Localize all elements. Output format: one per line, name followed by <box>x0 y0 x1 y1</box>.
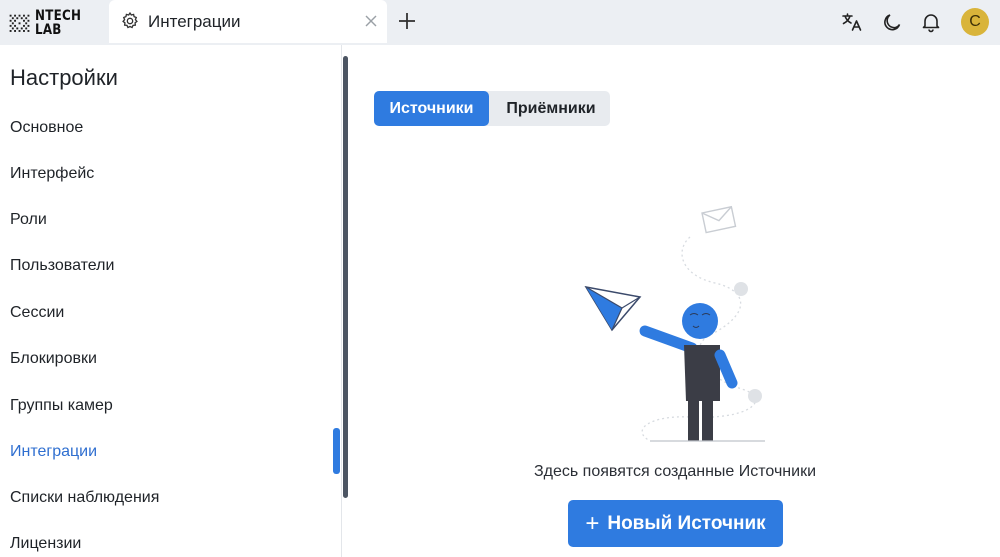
sidebar-item-sessions[interactable]: Сессии <box>10 304 64 322</box>
sidebar-item-licenses[interactable]: Лицензии <box>10 535 81 553</box>
empty-state-message: Здесь появятся созданные Источники <box>533 463 817 480</box>
source-receiver-switch: Источники Приёмники <box>374 91 610 126</box>
sidebar-item-camera-groups[interactable]: Группы камер <box>10 397 113 415</box>
moon-icon[interactable] <box>880 10 904 34</box>
tab-sources[interactable]: Источники <box>374 91 489 126</box>
gear-icon <box>122 11 138 29</box>
ntechlab-logo[interactable]: NTECH LAB <box>9 7 89 39</box>
sidebar-item-general[interactable]: Основное <box>10 119 83 137</box>
translate-icon[interactable] <box>840 10 864 34</box>
sidebar-item-blocks[interactable]: Блокировки <box>10 350 97 368</box>
logo-line-2: LAB <box>34 22 62 38</box>
close-icon[interactable] <box>361 11 381 31</box>
plus-icon: + <box>585 509 600 537</box>
sidebar-divider <box>341 45 342 557</box>
tab-label: Интеграции <box>148 12 241 31</box>
top-bar: NTECH LAB Интеграции C <box>0 0 1000 45</box>
sidebar-item-roles[interactable]: Роли <box>10 211 47 229</box>
tab-integrations[interactable]: Интеграции <box>109 0 387 43</box>
new-tab-plus-icon[interactable] <box>396 10 418 32</box>
sidebar-item-watch-lists[interactable]: Списки наблюдения <box>10 489 159 507</box>
sidebar-item-interface[interactable]: Интерфейс <box>10 165 94 183</box>
sidebar-scrollbar[interactable] <box>343 56 348 498</box>
logo-line-1: NTECH <box>34 8 81 24</box>
sidebar-item-integrations[interactable]: Интеграции <box>10 443 97 461</box>
sidebar-title: Настройки <box>10 65 118 90</box>
new-source-button[interactable]: + Новый Источник <box>568 500 783 547</box>
bell-icon[interactable] <box>919 10 943 34</box>
new-source-button-label: Новый Источник <box>607 512 766 534</box>
user-avatar[interactable]: C <box>961 8 989 36</box>
logo-text: NTECH LAB <box>35 9 89 37</box>
active-item-marker <box>333 428 340 474</box>
settings-sidebar: Настройки Основное Интерфейс Роли Пользо… <box>0 45 340 557</box>
sidebar-item-users[interactable]: Пользователи <box>10 257 114 275</box>
logo-mark-icon <box>9 14 30 32</box>
empty-state-illustration <box>584 205 765 442</box>
tab-receivers[interactable]: Приёмники <box>492 91 610 126</box>
